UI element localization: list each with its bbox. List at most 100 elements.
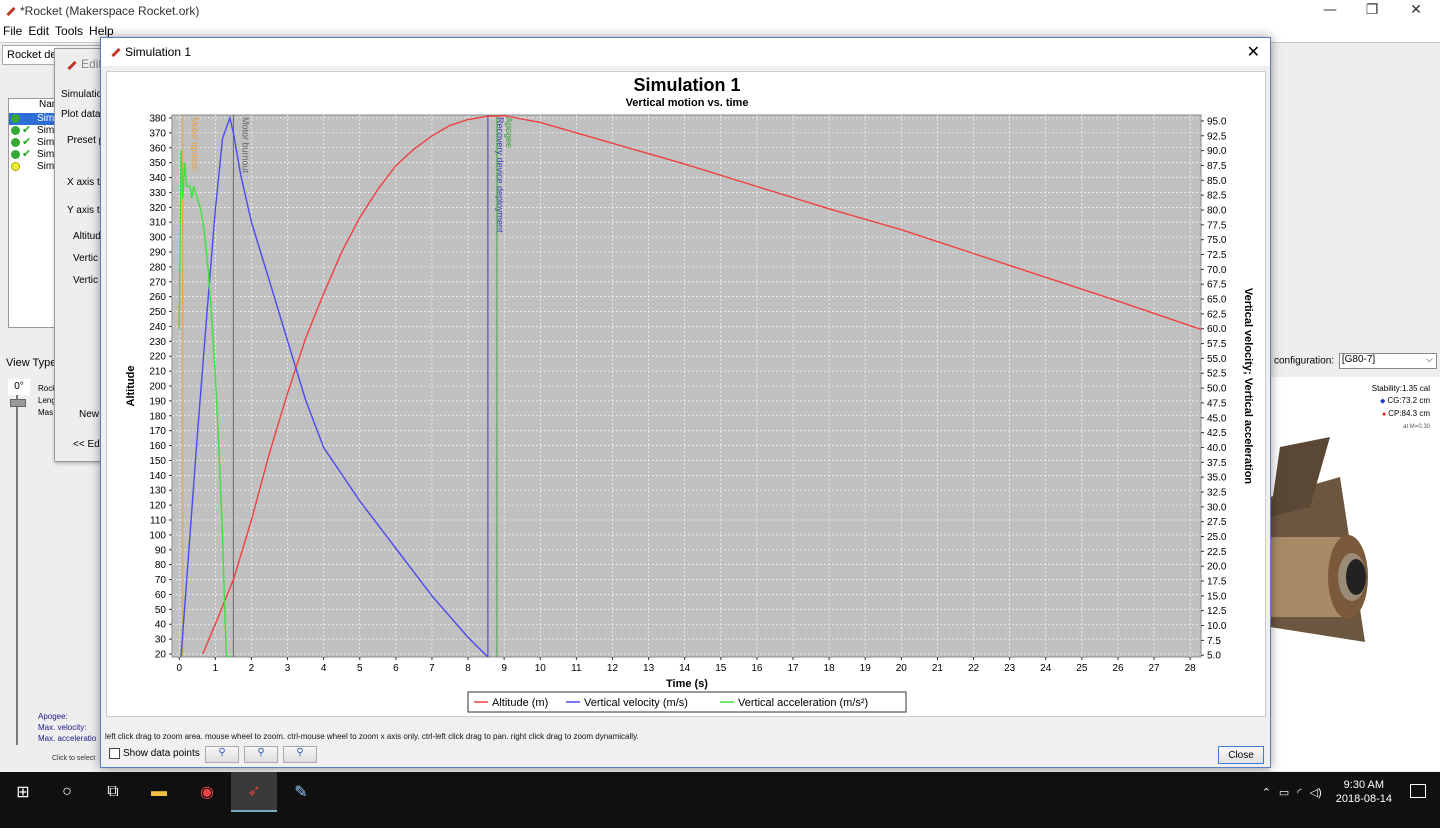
y-tick-label: 220 [149,352,166,363]
zoom-out-button[interactable]: ⚲ [244,746,278,763]
y-tick-label: 310 [149,218,166,229]
close-window-icon[interactable]: ✕ [1396,2,1436,20]
y-tick-label: 100 [149,530,166,541]
file-explorer-icon[interactable]: ▬ [136,772,182,812]
clock-date: 2018-08-14 [1335,793,1392,805]
y-type-acceleration[interactable]: Vertic [73,275,98,286]
notification-icon[interactable] [1410,784,1426,798]
x-tick-label: 7 [429,663,435,674]
y2-tick-label: 65.0 [1207,295,1227,306]
y2-tick-label: 87.5 [1207,161,1227,172]
y-tick-label: 170 [149,426,166,437]
y-tick-label: 360 [149,143,166,154]
x-tick-label: 4 [321,663,327,674]
show-data-points-checkbox[interactable]: Show data points [109,748,200,759]
y2-tick-label: 45.0 [1207,413,1227,424]
y2-tick-label: 55.0 [1207,354,1227,365]
y-tick-label: 260 [149,292,166,303]
x-tick-label: 10 [535,663,547,674]
y2-tick-label: 15.0 [1207,591,1227,602]
x-tick-label: 19 [860,663,872,674]
chrome-icon[interactable]: ◉ [184,772,230,812]
menu-file[interactable]: File [0,23,25,39]
y-tick-label: 380 [149,113,166,124]
max-velocity-label: Max. velocity: [38,723,87,732]
restore-icon[interactable]: ❐ [1352,2,1392,20]
configuration-label: configuration: [1274,355,1335,367]
y2-tick-label: 22.5 [1207,547,1227,558]
y2-tick-label: 35.0 [1207,473,1227,484]
x-tick-label: 0 [176,663,182,674]
max-acceleration-label: Max. acceleratio [38,734,97,743]
zoom-in-button[interactable]: ⚲ [205,746,239,763]
windows-start-icon[interactable]: ⊞ [0,772,46,812]
edit-button[interactable]: << Ed [73,439,100,450]
menu-tools[interactable]: Tools [52,23,86,39]
x-tick-label: 20 [896,663,908,674]
paint-icon[interactable]: ✎ [278,772,324,812]
x-tick-label: 27 [1149,663,1161,674]
simulation-plot-dialog: Simulation 1 ✕ Simulation 1 Vertical moti… [100,37,1271,768]
rotation-slider-handle[interactable] [10,399,26,407]
y-type-velocity[interactable]: Vertic [73,253,98,264]
wifi-icon[interactable]: ◜ [1297,786,1301,799]
search-icon[interactable]: ○ [44,772,90,812]
plot-area [171,114,1202,658]
y-tick-label: 250 [149,307,166,318]
y-tick-label: 320 [149,203,166,214]
x-tick-label: 3 [285,663,291,674]
configuration-select[interactable]: [G80-7] ⌵ [1338,353,1437,369]
new-button[interactable]: New [79,409,99,420]
rocket-figure-panel[interactable]: Stability:1.35 cal CG:73.2 cm CP:84.3 cm… [1270,377,1440,771]
y-tick-label: 80 [155,560,167,571]
y-type-altitude[interactable]: Altitud [73,231,101,242]
rocket-3d-view [1270,437,1368,642]
tab-plot-data[interactable]: Plot data [61,109,100,120]
cp-label: CP:84.3 cm [1372,408,1430,421]
clock-time: 9:30 AM [1343,779,1385,791]
y2-tick-label: 5.0 [1207,651,1221,662]
x-tick-label: 24 [1040,663,1052,674]
app-titlebar: *Rocket (Makerspace Rocket.ork) — ❐ ✕ [0,0,1440,22]
tab-simulation[interactable]: Simulatio [61,89,102,100]
y2-tick-label: 62.5 [1207,309,1227,320]
menu-edit[interactable]: Edit [25,23,52,39]
y-tick-label: 110 [150,516,166,527]
x-tick-label: 8 [465,663,471,674]
clock[interactable]: 9:30 AM 2018-08-14 [1336,778,1392,806]
system-tray: ⌃ ▭ ◜ ◁) 9:30 AM 2018-08-14 [1262,778,1392,806]
close-button[interactable]: Close [1218,746,1264,764]
cg-label: CG:73.2 cm [1372,395,1430,408]
chart-svg[interactable]: Simulation 1Vertical motion vs. time0 1 2 3… [107,72,1267,718]
openrocket-taskbar-icon[interactable]: ➶ [231,772,277,812]
y-tick-label: 230 [149,337,166,348]
x-tick-label: 6 [393,663,399,674]
y2-tick-label: 10.0 [1207,621,1227,632]
chart-panel[interactable]: Simulation 1 Vertical motion vs. time 0 1 2 3… [106,71,1266,717]
zoom-fit-button[interactable]: ⚲ [283,746,317,763]
status-ok-icon [11,114,20,123]
task-view-icon[interactable]: ⧉ [90,772,136,812]
y2-axis-label: Vertical velocity; Vertical acceleration [1242,288,1254,485]
volume-icon[interactable]: ◁) [1310,786,1322,799]
checkbox-box[interactable] [109,748,120,759]
close-icon[interactable]: ✕ [1247,42,1260,61]
y2-tick-label: 57.5 [1207,339,1227,350]
y2-tick-label: 30.0 [1207,502,1227,513]
rotation-slider-track[interactable] [16,395,18,745]
y-tick-label: 70 [155,575,167,586]
zoom-hint: left click drag to zoom area. mouse whee… [105,732,639,741]
y-tick-label: 280 [149,262,166,273]
minimize-icon[interactable]: — [1310,2,1350,20]
y-tick-label: 190 [149,396,166,407]
y-tick-label: 90 [155,545,167,556]
show-data-points-label: Show data points [123,748,200,759]
battery-icon[interactable]: ▭ [1279,786,1289,799]
y2-tick-label: 25.0 [1207,532,1227,543]
y-tick-label: 130 [149,486,166,497]
chevron-up-icon[interactable]: ⌃ [1262,786,1271,799]
stability-label: Stability:1.35 cal [1371,384,1430,393]
status-outdated-icon [11,162,20,171]
plot-dialog-title: Simulation 1 [125,45,192,59]
y-tick-label: 160 [149,441,166,452]
